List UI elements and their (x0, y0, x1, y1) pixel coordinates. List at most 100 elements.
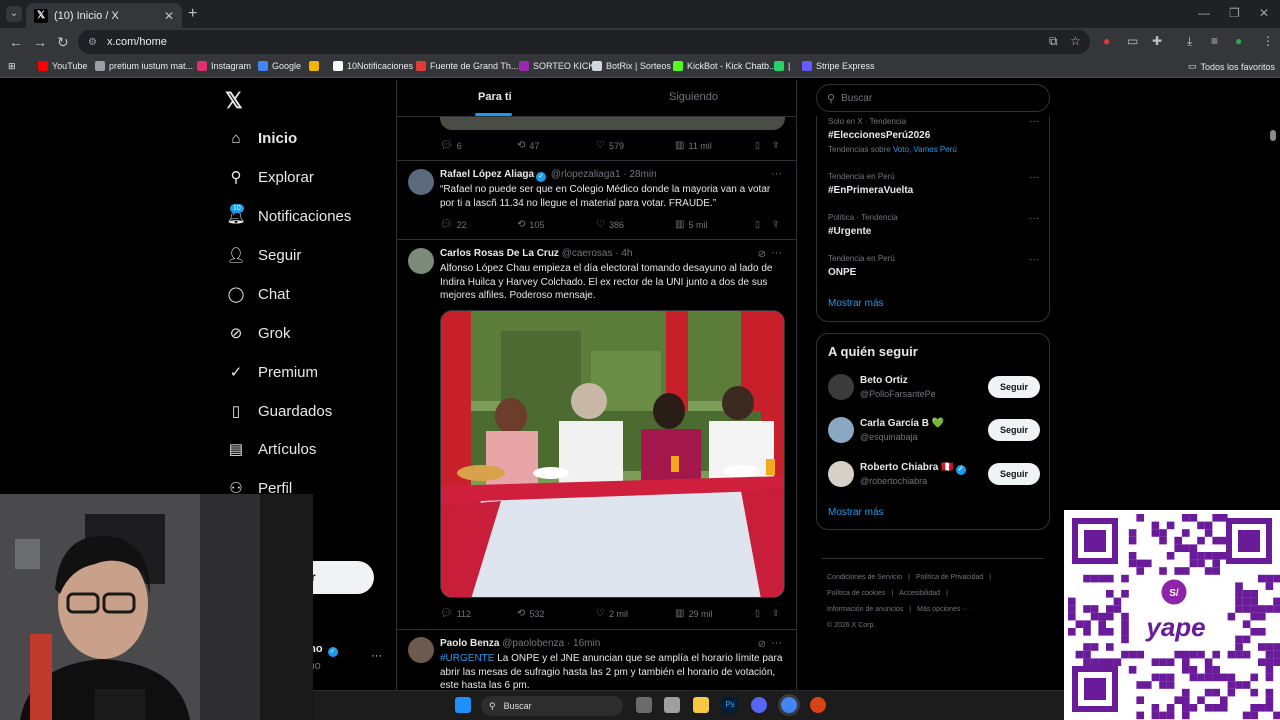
app-icon[interactable] (810, 697, 826, 713)
avatar[interactable] (828, 461, 854, 487)
share-button[interactable]: ⇪ (772, 140, 780, 151)
share-button[interactable]: ⇪ (772, 219, 780, 230)
reading-list-icon[interactable]: ≡ (1211, 34, 1218, 48)
new-tab-icon[interactable]: + (188, 5, 197, 23)
views-button[interactable]: ▥ 5 mil (675, 219, 755, 230)
site-info-icon[interactable]: ⚙ (88, 37, 97, 48)
tweet-time[interactable]: · 28min (623, 169, 656, 180)
tweet-more-icon[interactable]: ··· (771, 168, 782, 180)
task-view-icon[interactable] (636, 697, 652, 713)
share-button[interactable]: ⇪ (772, 608, 780, 619)
taskbar-search[interactable]: ⚲ Buscar (481, 696, 623, 716)
tweet-photo[interactable] (440, 310, 785, 598)
follow-button[interactable]: Seguir (988, 376, 1040, 398)
forward-icon[interactable]: → (33, 34, 47, 50)
bookmark-button[interactable]: ▯ (755, 608, 760, 619)
minimize-icon[interactable]: — (1198, 6, 1210, 20)
views-button[interactable]: ▥ 29 mil (675, 608, 755, 619)
like-button[interactable]: ♡ 2 mil (596, 608, 675, 619)
sidebar-item-notificaciones[interactable]: 🔔︎ Notificaciones (226, 206, 351, 226)
sidebar-item-grok[interactable]: ⊘ Grok (226, 323, 291, 343)
bookmark-item[interactable]: Google (258, 61, 301, 71)
follow-suggestion[interactable]: Beto Ortiz @PolloFarsantePe Seguir (828, 372, 1040, 402)
footer-more-options[interactable]: Más opciones ··· (917, 606, 969, 613)
menu-kebab-icon[interactable]: ⋮ (1262, 34, 1274, 48)
tweet-handle[interactable]: @rlopezaliaga1 (551, 169, 621, 180)
x-logo-icon[interactable]: 𝕏 (225, 88, 243, 114)
search-input[interactable]: ⚲ Buscar (816, 84, 1050, 112)
sidebar-item-inicio[interactable]: ⌂ Inicio (226, 128, 297, 148)
reply-button[interactable]: 💬︎ 6 (440, 140, 517, 151)
bookmark-button[interactable]: ▯ (755, 219, 760, 230)
trend-item[interactable]: Solo en X · Tendencia #EleccionesPerú202… (828, 117, 957, 154)
close-tab-icon[interactable]: ✕ (164, 9, 174, 23)
tweet-time[interactable]: · 16min (567, 638, 600, 649)
maximize-icon[interactable]: ❐ (1229, 6, 1240, 20)
bookmark-item[interactable]: 10Notificaciones (333, 61, 413, 71)
sidebar-item-guardados[interactable]: ▯ Guardados (226, 401, 332, 421)
chrome-icon[interactable] (781, 697, 797, 713)
repost-button[interactable]: ⟲ 532 (517, 608, 596, 619)
follow-button[interactable]: Seguir (988, 463, 1040, 485)
app-icon[interactable] (664, 697, 680, 713)
tweet-more-icon[interactable]: ··· (771, 637, 782, 649)
bookmark-item[interactable]: Instagram (197, 61, 251, 71)
photoshop-icon[interactable]: Ps (722, 697, 738, 713)
discord-icon[interactable] (751, 697, 767, 713)
footer-link[interactable]: Información de anuncios (827, 606, 903, 613)
like-button[interactable]: ♡ 579 (596, 140, 675, 151)
apps-grid-icon[interactable]: ⊞ (8, 61, 16, 72)
install-app-icon[interactable]: ⧉ (1049, 34, 1058, 49)
tweet-handle[interactable]: @caerosas (562, 248, 613, 259)
account-more-icon[interactable]: ··· (371, 650, 382, 662)
reply-button[interactable]: 💬︎ 22 (440, 219, 517, 230)
footer-link[interactable]: Accesibilidad (899, 590, 940, 597)
sidebar-item-premium[interactable]: ✓ Premium (226, 362, 318, 382)
extensions-puzzle-icon[interactable]: ✚ (1152, 34, 1162, 48)
file-explorer-icon[interactable] (693, 697, 709, 713)
bookmark-item[interactable]: | (774, 61, 790, 71)
close-window-icon[interactable]: ✕ (1259, 6, 1269, 20)
star-icon[interactable]: ☆ (1070, 34, 1081, 48)
tweet-handle[interactable]: @paolobenza (502, 638, 564, 649)
hashtag-link[interactable]: #URGENTE (440, 653, 494, 664)
tab-search-icon[interactable]: ⌄ (6, 6, 22, 22)
views-button[interactable]: ▥ 11 mil (675, 140, 755, 151)
tweet-author-name[interactable]: Paolo Benza (440, 638, 499, 649)
browser-tab[interactable]: 𝕏 (10) Inicio / X ✕ (26, 3, 182, 28)
follow-suggestion[interactable]: Roberto Chiabra 🇵🇪 ✓ @robertochiabra Segu… (828, 459, 1040, 489)
trend-more-icon[interactable]: ··· (1029, 172, 1039, 183)
bookmark-item[interactable]: BotRix | Sorteos (592, 61, 671, 71)
avatar[interactable] (408, 248, 434, 274)
avatar[interactable] (408, 169, 434, 195)
avatar[interactable] (828, 374, 854, 400)
bookmark-item[interactable]: pretium iustum mat... (95, 61, 193, 71)
reload-icon[interactable]: ↻ (57, 34, 69, 51)
trend-more-icon[interactable]: ··· (1029, 213, 1039, 224)
follow-suggestion[interactable]: Carla García B 💚 @esquinabaja Seguir (828, 415, 1040, 445)
like-button[interactable]: ♡ 386 (596, 219, 675, 230)
trend-item[interactable]: Tendencia en Perú ONPE (828, 254, 895, 278)
grok-explain-icon[interactable]: ⊘ (758, 639, 766, 650)
avatar[interactable] (828, 417, 854, 443)
trend-item[interactable]: Tendencia en Perú #EnPrimeraVuelta (828, 172, 913, 196)
profile-avatar-icon[interactable]: ● (1235, 34, 1242, 48)
previous-tweet-media[interactable] (440, 117, 785, 130)
bookmark-item[interactable]: KickBot - Kick Chatb... (673, 61, 777, 71)
bookmark-item[interactable]: Fuente de Grand Th... (416, 61, 518, 71)
avatar[interactable] (408, 637, 434, 663)
repost-button[interactable]: ⟲ 105 (517, 219, 596, 230)
bookmark-item[interactable]: SORTEO KICK (519, 61, 594, 71)
reply-button[interactable]: 💬︎ 112 (440, 608, 517, 619)
sidebar-item-chat[interactable]: ◯ Chat (226, 284, 290, 304)
sidebar-item-artículos[interactable]: ▤ Artículos (226, 439, 316, 459)
show-more-follow-link[interactable]: Mostrar más (828, 507, 884, 518)
follow-button[interactable]: Seguir (988, 419, 1040, 441)
sidebar-item-explorar[interactable]: ⚲ Explorar (226, 167, 314, 187)
bookmark-item[interactable]: Stripe Express (802, 61, 875, 71)
download-icon[interactable]: ⤓ (1187, 34, 1192, 49)
trend-related-links[interactable]: Voto, Vamos Perú (893, 145, 957, 154)
all-bookmarks[interactable]: ▭ Todos los favoritos (1188, 61, 1275, 72)
footer-link[interactable]: Condiciones de Servicio (827, 574, 902, 581)
page-scrollbar[interactable] (1270, 130, 1276, 141)
